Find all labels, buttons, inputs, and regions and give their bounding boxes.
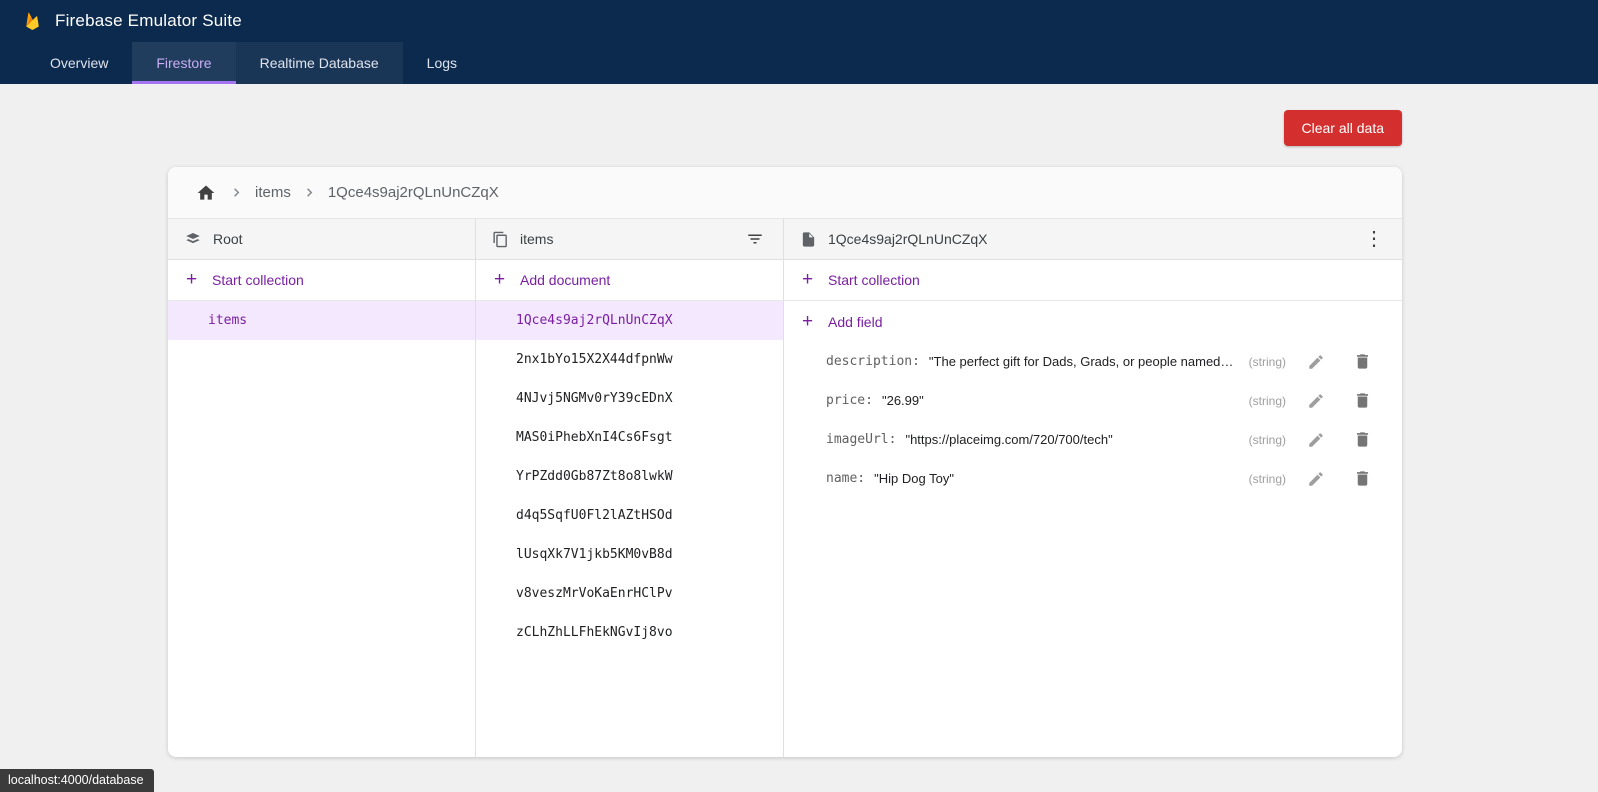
edit-field-button[interactable] — [1300, 346, 1332, 378]
status-bar: localhost:4000/database — [0, 769, 154, 792]
plus-icon: + — [493, 269, 506, 291]
collection-item[interactable]: items — [168, 301, 475, 340]
delete-field-button[interactable] — [1346, 346, 1378, 378]
breadcrumb-collection[interactable]: items — [255, 184, 291, 201]
app-title: Firebase Emulator Suite — [55, 11, 242, 31]
document-item[interactable]: 2nx1bYo15X2X44dfpnWw — [476, 340, 783, 379]
breadcrumb-document: 1Qce4s9aj2rQLnUnCZqX — [328, 184, 499, 201]
delete-field-button[interactable] — [1346, 385, 1378, 417]
add-document-label: Add document — [520, 272, 610, 288]
trash-icon — [1353, 352, 1372, 371]
field-type: (string) — [1235, 355, 1286, 369]
start-collection-label: Start collection — [212, 272, 304, 288]
documents-list: 1Qce4s9aj2rQLnUnCZqX 2nx1bYo15X2X44dfpnW… — [476, 301, 783, 757]
firestore-panel: items 1Qce4s9aj2rQLnUnCZqX Root — [168, 167, 1402, 757]
tab-logs[interactable]: Logs — [403, 42, 481, 84]
trash-icon — [1353, 430, 1372, 449]
document-item[interactable]: MAS0iPhebXnI4Cs6Fsgt — [476, 418, 783, 457]
plus-icon: + — [801, 269, 814, 291]
pencil-icon — [1307, 470, 1325, 488]
field-key: name: — [826, 471, 865, 486]
filter-documents-button[interactable] — [739, 223, 771, 255]
field-row: imageUrl: "https://placeimg.com/720/700/… — [784, 420, 1402, 459]
add-field-button[interactable]: + Add field — [784, 301, 1402, 342]
pencil-icon — [1307, 353, 1325, 371]
field-key: imageUrl: — [826, 432, 896, 447]
document-icon — [800, 231, 817, 248]
delete-field-button[interactable] — [1346, 463, 1378, 495]
add-field-label: Add field — [828, 314, 882, 330]
trash-icon — [1353, 391, 1372, 410]
field-value: "The perfect gift for Dads, Grads, or pe… — [929, 354, 1235, 369]
start-collection-button[interactable]: + Start collection — [168, 260, 475, 301]
clear-all-data-button[interactable]: Clear all data — [1284, 110, 1403, 146]
tab-realtime-database[interactable]: Realtime Database — [236, 42, 403, 84]
chevron-right-icon — [228, 184, 245, 201]
collection-panel-title: items — [520, 231, 553, 247]
edit-field-button[interactable] — [1300, 385, 1332, 417]
field-type: (string) — [1235, 394, 1286, 408]
plus-icon: + — [801, 311, 814, 333]
field-row: name: "Hip Dog Toy" (string) — [784, 459, 1402, 498]
pencil-icon — [1307, 431, 1325, 449]
document-panel-title: 1Qce4s9aj2rQLnUnCZqX — [828, 231, 988, 247]
add-document-button[interactable]: + Add document — [476, 260, 783, 301]
field-row: price: "26.99" (string) — [784, 381, 1402, 420]
document-menu-button[interactable]: ⋮ — [1358, 223, 1390, 255]
trash-icon — [1353, 469, 1372, 488]
document-item[interactable]: lUsqXk7V1jkb5KM0vB8d — [476, 535, 783, 574]
pencil-icon — [1307, 392, 1325, 410]
edit-field-button[interactable] — [1300, 424, 1332, 456]
document-item[interactable]: 1Qce4s9aj2rQLnUnCZqX — [476, 301, 783, 340]
tab-bar: Overview Firestore Realtime Database Log… — [0, 42, 1598, 84]
doc-start-collection-label: Start collection — [828, 272, 920, 288]
firestore-icon — [184, 230, 202, 248]
collections-list: items — [168, 301, 475, 757]
app-header: Firebase Emulator Suite Overview Firesto… — [0, 0, 1598, 84]
home-icon[interactable] — [194, 181, 218, 205]
root-panel: Root + Start collection items — [168, 219, 476, 757]
document-item[interactable]: YrPZdd0Gb87Zt8o8lwkW — [476, 457, 783, 496]
kebab-menu-icon: ⋮ — [1364, 229, 1384, 249]
chevron-right-icon — [301, 184, 318, 201]
tab-firestore[interactable]: Firestore — [132, 42, 235, 84]
firebase-logo-icon — [22, 9, 43, 33]
field-row: description: "The perfect gift for Dads,… — [784, 342, 1402, 381]
field-value: "https://placeimg.com/720/700/tech" — [905, 432, 1112, 447]
document-item[interactable]: 4NJvj5NGMv0rY39cEDnX — [476, 379, 783, 418]
field-type: (string) — [1235, 472, 1286, 486]
field-key: description: — [826, 354, 920, 369]
breadcrumb: items 1Qce4s9aj2rQLnUnCZqX — [168, 167, 1402, 219]
root-panel-title: Root — [213, 231, 243, 247]
field-value: "Hip Dog Toy" — [874, 471, 954, 486]
delete-field-button[interactable] — [1346, 424, 1378, 456]
collection-panel: items + Add document 1Qce4s9aj2rQLnUnCZq… — [476, 219, 784, 757]
field-key: price: — [826, 393, 873, 408]
field-value: "26.99" — [882, 393, 924, 408]
main-content: Clear all data items 1Qce4s9aj2rQLnUnCZq… — [168, 110, 1402, 757]
filter-icon — [746, 230, 764, 248]
tab-overview[interactable]: Overview — [26, 42, 132, 84]
edit-field-button[interactable] — [1300, 463, 1332, 495]
document-panel: 1Qce4s9aj2rQLnUnCZqX ⋮ + Start collectio… — [784, 219, 1402, 757]
doc-start-collection-button[interactable]: + Start collection — [784, 260, 1402, 301]
document-item[interactable]: v8veszMrVoKaEnrHClPv — [476, 574, 783, 613]
fields-list: description: "The perfect gift for Dads,… — [784, 342, 1402, 498]
document-item[interactable]: zCLhZhLLFhEkNGvIj8vo — [476, 613, 783, 652]
collection-icon — [492, 231, 509, 248]
document-item[interactable]: d4q5SqfU0Fl2lAZtHSOd — [476, 496, 783, 535]
field-type: (string) — [1235, 433, 1286, 447]
plus-icon: + — [185, 269, 198, 291]
